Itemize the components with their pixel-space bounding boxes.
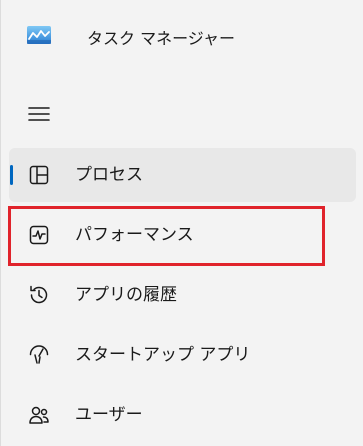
nav-item-label: パフォーマンス <box>75 225 194 245</box>
nav-item-performance[interactable]: パフォーマンス <box>9 208 356 262</box>
nav-item-label: ユーザー <box>75 405 143 425</box>
nav-item-label: アプリの履歴 <box>75 285 177 305</box>
title-bar: タスク マネージャー <box>1 0 363 80</box>
startup-apps-icon <box>27 343 51 367</box>
nav-item-processes[interactable]: プロセス <box>9 148 356 202</box>
nav-item-startup-apps[interactable]: スタートアップ アプリ <box>9 328 356 382</box>
users-icon <box>27 403 51 427</box>
processes-icon <box>27 163 51 187</box>
app-history-icon <box>27 283 51 307</box>
nav-item-label: スタートアップ アプリ <box>75 345 251 365</box>
nav-item-label: プロセス <box>75 165 143 185</box>
performance-icon <box>27 223 51 247</box>
hamburger-menu-icon <box>28 106 50 122</box>
hamburger-menu-button[interactable] <box>19 96 59 132</box>
nav-item-users[interactable]: ユーザー <box>9 388 356 442</box>
task-manager-app-icon <box>27 26 51 44</box>
selected-indicator <box>10 165 13 185</box>
nav-item-app-history[interactable]: アプリの履歴 <box>9 268 356 322</box>
window-title: タスク マネージャー <box>87 29 235 48</box>
task-manager-window: タスク マネージャー プロセス パフォーマンス アプリの履歴 スタートアップ ア… <box>0 0 363 446</box>
